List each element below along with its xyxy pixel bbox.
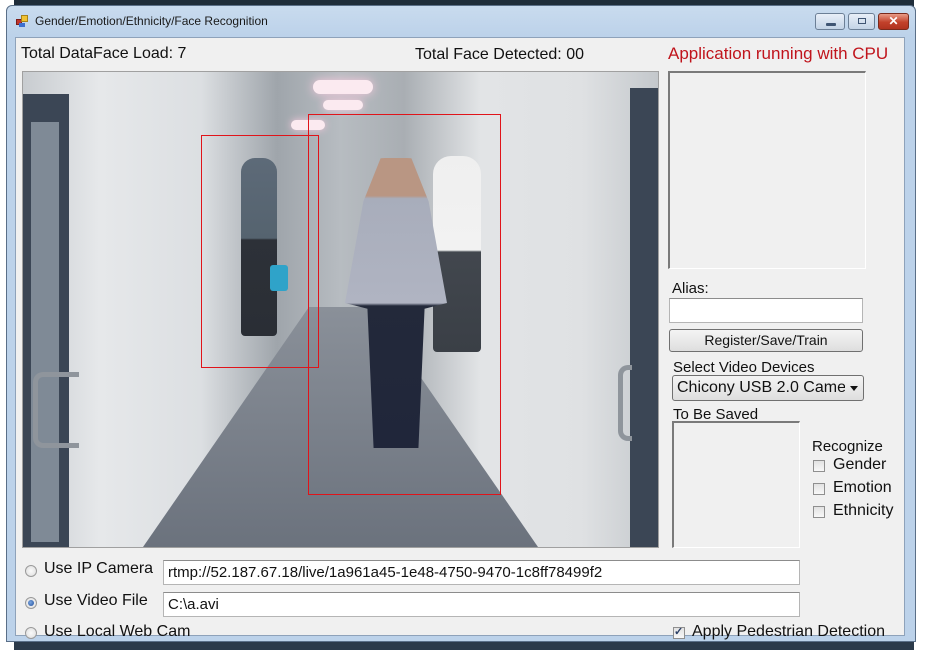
video-view <box>22 71 659 548</box>
maximize-icon <box>858 18 866 24</box>
video-ceiling-light <box>323 100 363 110</box>
register-save-train-button[interactable]: Register/Save/Train <box>669 329 863 352</box>
minimize-button[interactable] <box>815 13 845 30</box>
title-bar[interactable]: Gender/Emotion/Ethnicity/Face Recognitio… <box>7 6 915 36</box>
status-label: Application running with CPU <box>668 44 889 63</box>
maximize-button[interactable] <box>848 13 875 30</box>
pedestrian-detection-label: Apply Pedestrian Detection <box>692 623 885 640</box>
video-door-right <box>630 88 658 547</box>
faces-detected-label: Total Face Detected: 00 <box>415 46 584 63</box>
close-icon: ✕ <box>888 14 899 28</box>
chevron-down-icon <box>850 386 858 391</box>
video-device-select[interactable]: Chicony USB 2.0 Camera <box>672 375 864 401</box>
app-icon <box>16 15 28 27</box>
ip-camera-radio[interactable] <box>25 565 37 577</box>
emotion-checkbox[interactable] <box>813 483 825 495</box>
selected-device: Chicony USB 2.0 Camera <box>677 379 845 396</box>
ip-camera-label: Use IP Camera <box>44 560 154 577</box>
video-file-label: Use Video File <box>44 592 148 609</box>
devices-label: Select Video Devices <box>673 359 815 376</box>
ip-camera-url-input[interactable] <box>163 560 800 585</box>
video-door-handle <box>618 365 632 441</box>
gender-label: Gender <box>833 456 887 473</box>
client-area: Total DataFace Load: 7 Total Face Detect… <box>15 37 905 640</box>
alias-input[interactable] <box>669 298 863 323</box>
gender-checkbox[interactable] <box>813 460 825 472</box>
ethnicity-checkbox[interactable] <box>813 506 825 518</box>
to-be-saved-listbox[interactable] <box>672 421 800 548</box>
results-listbox[interactable] <box>668 71 866 269</box>
pedestrian-detection-checkbox[interactable] <box>673 625 685 639</box>
recognize-label: Recognize <box>812 438 883 455</box>
minimize-icon <box>826 23 836 26</box>
dataface-load-label: Total DataFace Load: 7 <box>21 45 187 62</box>
video-file-path-input[interactable] <box>163 592 800 617</box>
emotion-label: Emotion <box>833 479 892 496</box>
app-window: Gender/Emotion/Ethnicity/Face Recognitio… <box>6 5 916 642</box>
detection-box <box>201 135 319 368</box>
video-door-left-glass <box>31 122 59 542</box>
alias-label: Alias: <box>672 280 709 297</box>
ethnicity-label: Ethnicity <box>833 502 894 519</box>
web-cam-radio[interactable] <box>25 627 37 639</box>
video-door-handle <box>33 372 79 448</box>
window-title: Gender/Emotion/Ethnicity/Face Recognitio… <box>35 14 268 28</box>
web-cam-label: Use Local Web Cam <box>44 623 191 640</box>
close-button[interactable]: ✕ <box>878 13 909 30</box>
video-file-radio[interactable] <box>25 597 37 609</box>
detection-box <box>308 114 501 495</box>
video-ceiling-light <box>313 80 373 94</box>
